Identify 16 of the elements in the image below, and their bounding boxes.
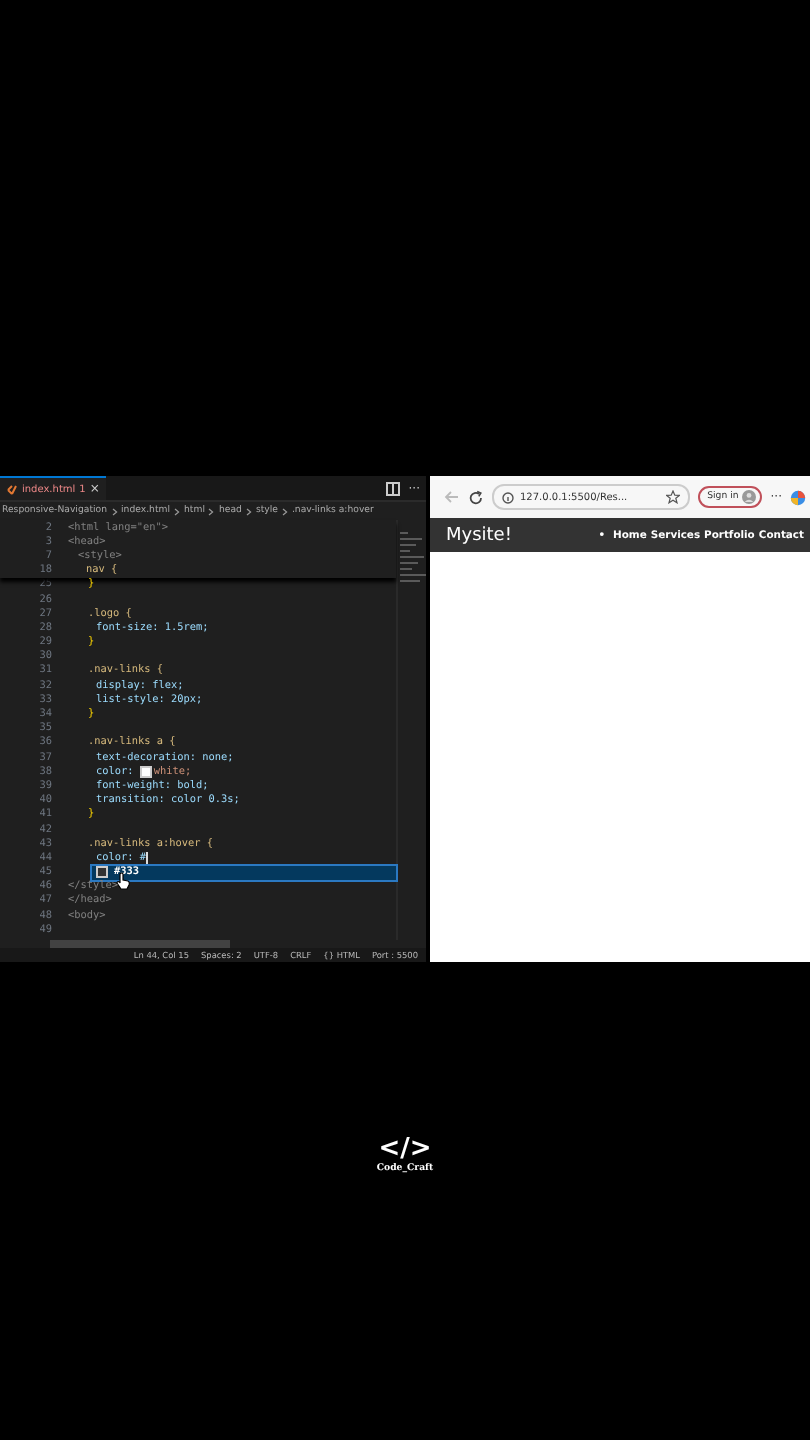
chevron-icon <box>281 507 288 515</box>
chevron-icon <box>208 507 215 515</box>
star-icon[interactable] <box>665 490 680 504</box>
chevron-icon <box>245 507 252 515</box>
info-icon <box>502 491 514 503</box>
split-editor-icon[interactable] <box>386 481 401 495</box>
logo-symbol: </> <box>378 1136 432 1164</box>
chevron-icon <box>111 507 117 515</box>
reload-icon[interactable] <box>468 489 484 505</box>
html-file-icon <box>6 483 18 495</box>
avatar-icon <box>742 490 757 504</box>
hand-pointer-icon <box>116 871 130 889</box>
chevron-icon <box>174 507 180 515</box>
scrollbar-thumb[interactable] <box>50 940 230 948</box>
site-logo[interactable]: Mysite! <box>446 525 512 545</box>
copilot-icon[interactable] <box>790 489 806 505</box>
